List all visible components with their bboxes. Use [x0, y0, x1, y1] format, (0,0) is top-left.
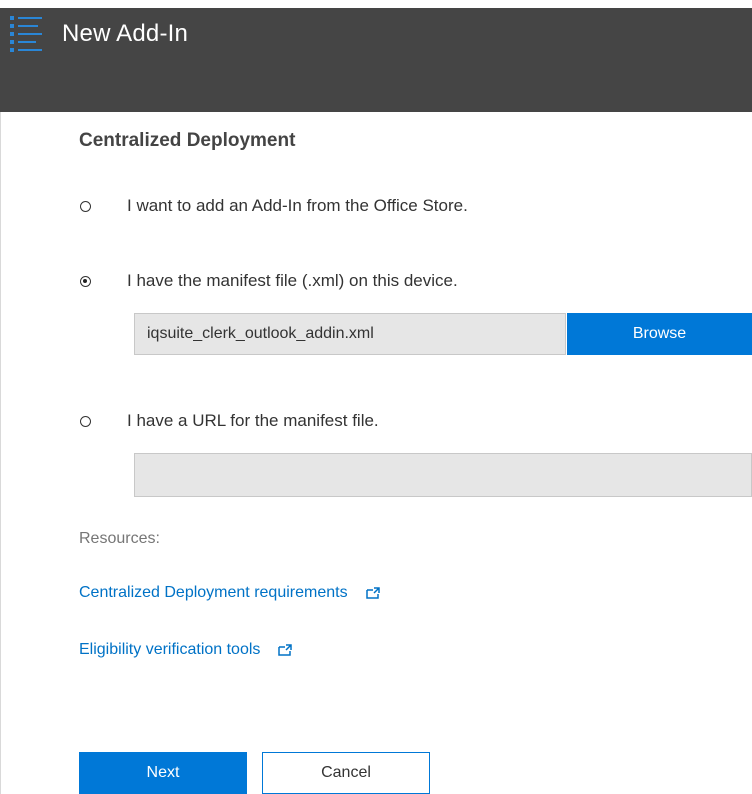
resources-label: Resources:	[79, 530, 160, 547]
section-title: Centralized Deployment	[79, 130, 296, 151]
cancel-button[interactable]: Cancel	[262, 752, 430, 794]
link-label: Centralized Deployment requirements	[79, 584, 348, 601]
page-title: New Add-In	[62, 20, 189, 47]
list-menu-icon	[10, 16, 42, 52]
radio-option-office-store[interactable]: I want to add an Add-In from the Office …	[80, 196, 468, 216]
top-strip	[0, 0, 752, 8]
link-label: Eligibility verification tools	[79, 641, 261, 658]
external-link-icon	[278, 644, 293, 656]
link-eligibility-verification-tools[interactable]: Eligibility verification tools	[79, 641, 293, 659]
panel-header: New Add-In	[0, 8, 752, 112]
manifest-url-input[interactable]	[134, 453, 752, 497]
next-button[interactable]: Next	[79, 752, 247, 794]
radio-button-office-store[interactable]	[80, 200, 91, 212]
external-link-icon	[365, 587, 380, 599]
radio-label-office-store: I want to add an Add-In from the Office …	[127, 196, 468, 215]
radio-option-manifest-url[interactable]: I have a URL for the manifest file.	[80, 411, 379, 431]
new-addin-panel: New Add-In Centralized Deployment I want…	[0, 0, 752, 794]
radio-button-manifest-url[interactable]	[80, 415, 91, 427]
radio-label-manifest-url: I have a URL for the manifest file.	[127, 411, 379, 430]
radio-option-manifest-file[interactable]: I have the manifest file (.xml) on this …	[80, 271, 458, 291]
link-centralized-deployment-requirements[interactable]: Centralized Deployment requirements	[79, 584, 380, 602]
radio-label-manifest-file: I have the manifest file (.xml) on this …	[127, 271, 458, 290]
browse-button[interactable]: Browse	[567, 313, 752, 355]
manifest-file-field[interactable]: iqsuite_clerk_outlook_addin.xml	[134, 313, 566, 355]
radio-button-manifest-file[interactable]	[80, 275, 91, 287]
left-border	[0, 112, 1, 794]
